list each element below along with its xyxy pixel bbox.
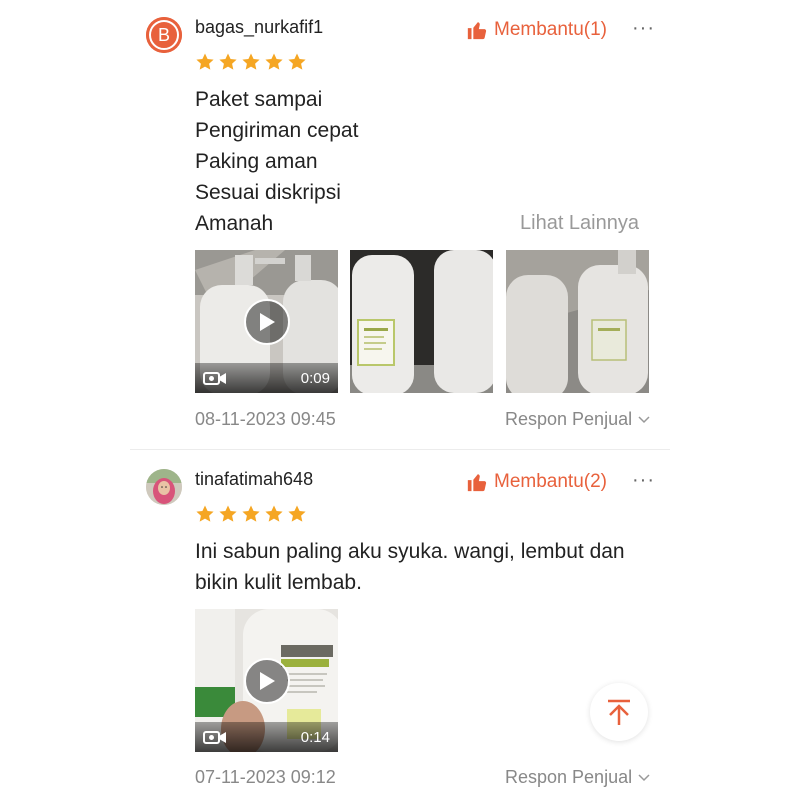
review-text-line: bikin kulit lembab. [195,571,362,594]
helpful-label: Membantu(1) [494,19,607,40]
video-duration: 0:09 [300,370,330,387]
play-button[interactable] [243,657,290,704]
review-image-thumbnail[interactable] [506,250,649,393]
video-info-bar: 0:09 [195,363,338,393]
thumbs-up-icon [467,22,487,40]
helpful-button[interactable]: Membantu(1) [466,19,607,41]
username: bagas_nurkafif1 [195,17,324,37]
star-rating [195,504,307,524]
review-video-thumbnail[interactable]: 0:09 [195,250,338,393]
star-icon [242,505,260,522]
star-icon [265,505,283,522]
thumbs-up-icon [467,474,487,492]
play-icon [259,312,275,331]
review-image-thumbnail[interactable] [350,250,493,393]
arrow-up-icon [608,699,630,725]
avatar[interactable] [146,469,182,505]
more-options-button[interactable]: ··· [632,17,655,40]
chevron-down-icon [638,415,650,423]
divider [130,449,670,450]
video-camera-icon [203,731,226,744]
review-text-line: Ini sabun paling aku syuka. wangi, lembu… [195,540,625,563]
see-more-link[interactable]: Lihat Lainnya [520,212,639,235]
play-button[interactable] [243,298,290,345]
star-icon [219,53,237,70]
product-photo [506,250,649,393]
avatar-letter: B [149,20,179,50]
review-text-line: Amanah [195,212,274,235]
star-icon [219,505,237,522]
video-info-bar: 0:14 [195,722,338,752]
review-text-line: Paket sampai [195,88,323,111]
seller-response-toggle[interactable]: Respon Penjual [505,767,650,788]
review-text-line: Paking aman [195,150,318,173]
star-icon [196,505,214,522]
more-options-button[interactable]: ··· [632,469,655,492]
scroll-to-top-button[interactable] [590,683,648,741]
review-video-thumbnail[interactable]: 0:14 [195,609,338,752]
play-icon [259,671,275,690]
avatar-photo [146,469,182,505]
star-icon [242,53,260,70]
seller-response-label: Respon Penjual [505,409,633,429]
review-text: Ini sabun paling aku syuka. wangi, lembu… [195,536,625,598]
helpful-label: Membantu(2) [494,471,607,492]
star-icon [265,53,283,70]
avatar[interactable]: B [146,17,182,53]
helpful-button[interactable]: Membantu(2) [466,471,607,493]
star-icon [288,53,306,70]
review-text-line: Sesuai diskripsi [195,181,341,204]
review-text-line: Pengiriman cepat [195,119,359,142]
video-camera-icon [203,372,226,385]
chevron-down-icon [638,773,650,781]
review-date: 07-11-2023 09:12 [195,767,336,787]
review-date: 08-11-2023 09:45 [195,409,336,429]
star-icon [196,53,214,70]
username: tinafatimah648 [195,469,314,489]
star-rating [195,52,307,72]
video-duration: 0:14 [300,729,330,746]
seller-response-toggle[interactable]: Respon Penjual [505,409,650,430]
seller-response-label: Respon Penjual [505,767,633,787]
star-icon [288,505,306,522]
review-text: Paket sampai Pengiriman cepat Paking ama… [195,84,358,239]
product-photo [350,250,493,393]
